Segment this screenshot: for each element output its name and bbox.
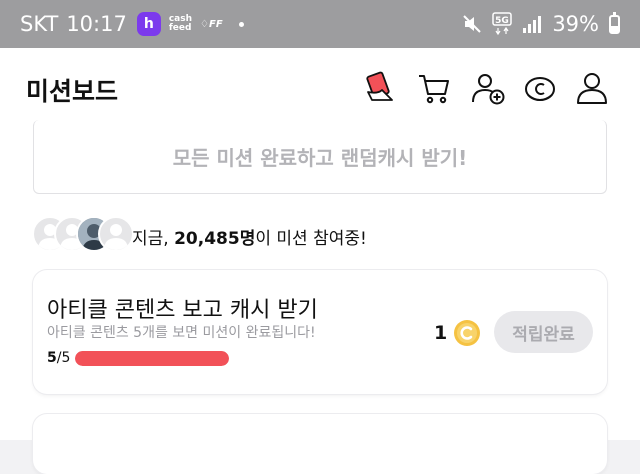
mission-title: 아티클 콘텐츠 보고 캐시 받기 <box>47 298 318 323</box>
participants-count-text: 지금, 20,485명이 미션 참여중! <box>132 224 367 249</box>
cash-icon[interactable] <box>522 70 558 106</box>
carrier-label: SKT <box>20 12 59 36</box>
battery-percentage: 39% <box>552 12 599 36</box>
add-friend-icon[interactable] <box>470 70 506 106</box>
reward-amount: 1 <box>434 322 448 344</box>
mission-description: 아티클 콘텐츠 5개를 보면 미션이 완료됩니다! <box>47 325 316 341</box>
mission-card[interactable] <box>33 414 607 474</box>
banner-text: 모든 미션 완료하고 랜덤캐시 받기! <box>172 146 468 170</box>
participants-prefix: 지금, <box>132 229 175 249</box>
profile-icon[interactable] <box>574 70 610 106</box>
random-cash-banner[interactable]: 모든 미션 완료하고 랜덤캐시 받기! <box>33 120 607 194</box>
coupon-icon[interactable] <box>362 70 398 106</box>
network-label: 5G <box>495 16 509 26</box>
progress-fill <box>75 351 229 366</box>
avatar <box>98 216 134 252</box>
status-bar-left: SKT 10:17 h cash feed ♢FF <box>20 0 244 48</box>
h-app-icon: h <box>136 12 161 36</box>
notification-dot-icon <box>238 21 244 27</box>
battery-icon <box>609 11 620 34</box>
clock: 10:17 <box>66 12 127 36</box>
status-bar-right: 5G 39% <box>462 0 620 48</box>
network-5g-icon: 5G <box>492 12 513 36</box>
mute-icon <box>463 15 482 33</box>
page-title: 미션보드 <box>26 77 119 106</box>
progress-bar <box>75 351 229 366</box>
progress-done: 5 <box>47 350 57 366</box>
mission-card[interactable]: 아티클 콘텐츠 보고 캐시 받기 아티클 콘텐츠 5개를 보면 미션이 완료됩니… <box>33 270 607 394</box>
default-avatar-icon <box>104 224 128 250</box>
participants-count: 20,485명 <box>174 229 256 249</box>
participants-suffix: 이 미션 참여중! <box>255 229 367 249</box>
cashfeed-icon: cash feed <box>168 14 193 33</box>
ff-icon: ♢FF <box>200 18 223 30</box>
app-header: 미션보드 <box>0 48 640 130</box>
progress-label: 5/5 <box>47 350 70 366</box>
participants-row: 지금, 20,485명이 미션 참여중! <box>32 216 612 252</box>
status-bar: SKT 10:17 h cash feed ♢FF 5G 39% <box>0 0 640 48</box>
coin-icon <box>454 320 480 346</box>
cart-icon[interactable] <box>416 70 452 106</box>
reward-status-button[interactable]: 적립완료 <box>494 311 593 353</box>
signal-icon <box>523 16 542 33</box>
progress-total: /5 <box>56 350 71 366</box>
